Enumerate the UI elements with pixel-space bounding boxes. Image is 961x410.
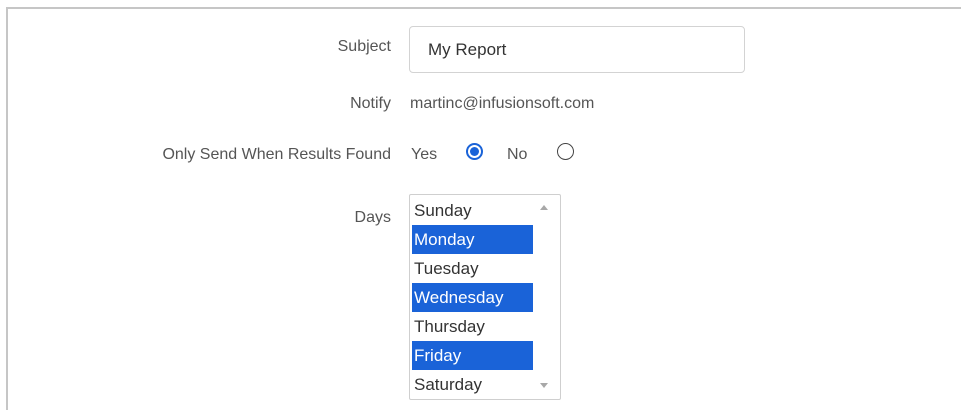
no-radio-button[interactable] (557, 143, 574, 160)
day-option-friday[interactable]: Friday (412, 341, 533, 370)
day-option-sunday[interactable]: Sunday (412, 196, 533, 225)
day-option-wednesday[interactable]: Wednesday (412, 283, 533, 312)
day-option-monday[interactable]: Monday (412, 225, 533, 254)
day-option-tuesday[interactable]: Tuesday (412, 254, 533, 283)
day-option-saturday[interactable]: Saturday (412, 370, 533, 399)
days-label: Days (354, 209, 391, 226)
only-send-label: Only Send When Results Found (162, 146, 391, 163)
day-option-thursday[interactable]: Thursday (412, 312, 533, 341)
yes-radio-button[interactable] (466, 143, 483, 160)
notify-email: martinc@infusionsoft.com (410, 95, 595, 112)
scroll-down-arrow-icon[interactable] (540, 383, 548, 388)
subject-input[interactable] (409, 26, 745, 73)
no-radio-label[interactable]: No (507, 146, 527, 164)
subject-label: Subject (337, 38, 391, 55)
days-listbox[interactable]: Sunday Monday Tuesday Wednesday Thursday… (409, 194, 561, 400)
scroll-up-arrow-icon[interactable] (540, 205, 548, 210)
notify-label: Notify (350, 95, 391, 112)
yes-radio-label[interactable]: Yes (411, 146, 437, 164)
